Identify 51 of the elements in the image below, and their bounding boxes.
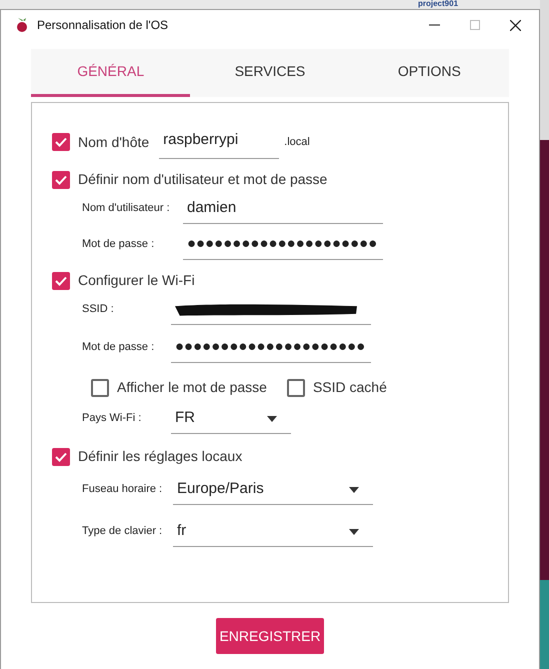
field-label: Pays Wi-Fi : bbox=[82, 410, 142, 426]
dropdown[interactable]: FR bbox=[171, 404, 291, 434]
checkbox-label: Nom d'hôte bbox=[78, 132, 150, 152]
tab[interactable]: SERVICES bbox=[190, 49, 350, 97]
hostname-suffix: .local bbox=[284, 134, 310, 150]
maximize-icon bbox=[470, 20, 480, 30]
checkmark-icon bbox=[55, 174, 67, 184]
checkbox[interactable] bbox=[286, 378, 305, 396]
checkbox[interactable] bbox=[52, 133, 70, 151]
field-label: Mot de passe : bbox=[82, 340, 156, 354]
window-title: Personnalisation de l'OS bbox=[37, 17, 168, 34]
checkmark-icon bbox=[55, 452, 67, 462]
tab[interactable]: GÉNÉRAL bbox=[31, 49, 190, 97]
field-value: ●●●●●●●●●●●●●●●●●●●●● bbox=[187, 234, 378, 254]
save-button[interactable]: ENREGISTRER bbox=[216, 618, 324, 654]
checkbox[interactable] bbox=[52, 272, 70, 290]
dropdown[interactable]: fr bbox=[173, 517, 373, 547]
dropdown[interactable]: Europe/Paris bbox=[173, 475, 373, 505]
checkmark-icon bbox=[55, 276, 67, 286]
background-text: project901 bbox=[418, 0, 458, 8]
field-label: Mot de passe : bbox=[82, 236, 156, 252]
field-value: raspberrypi bbox=[163, 131, 238, 148]
input-field[interactable]: raspberrypi bbox=[159, 125, 280, 159]
tab[interactable]: OPTIONS bbox=[350, 49, 509, 97]
checkbox-label: Définir nom d'utilisateur et mot de passe bbox=[78, 170, 328, 189]
checkbox[interactable] bbox=[52, 170, 70, 188]
checkbox[interactable] bbox=[91, 378, 109, 396]
field-label: Type de clavier : bbox=[82, 524, 164, 538]
checkbox-label: Afficher le mot de passe bbox=[117, 378, 267, 397]
field-label: Fuseau horaire : bbox=[82, 482, 164, 496]
dropdown-arrow-icon bbox=[267, 416, 277, 422]
dropdown-arrow-icon bbox=[349, 486, 359, 492]
field-label: SSID : bbox=[82, 302, 115, 316]
field-label: Nom d'utilisateur : bbox=[82, 200, 171, 216]
input-field[interactable]: ●●●●●●●●●●●●●●●●●●●●● bbox=[183, 230, 383, 260]
close-icon[interactable] bbox=[510, 20, 521, 30]
field-value: damien bbox=[187, 198, 236, 218]
raspberry-icon bbox=[15, 17, 29, 33]
input-field[interactable]: damien bbox=[183, 194, 383, 224]
checkbox-label: Définir les réglages locaux bbox=[78, 447, 242, 466]
checkmark-icon bbox=[55, 137, 67, 147]
checkbox[interactable] bbox=[52, 448, 70, 466]
minimize-icon[interactable] bbox=[429, 24, 440, 26]
checkbox-label: Configurer le Wi-Fi bbox=[78, 271, 195, 290]
field-value: FR bbox=[175, 408, 195, 428]
input-field[interactable]: ●●●●●●●●●●●●●●●●●●●●● bbox=[171, 333, 371, 363]
dropdown-arrow-icon bbox=[349, 528, 359, 534]
field-value: ●●●●●●●●●●●●●●●●●●●●● bbox=[175, 337, 366, 358]
checkbox-label: SSID caché bbox=[312, 378, 387, 397]
field-value: fr bbox=[177, 521, 186, 542]
field-value: Europe/Paris bbox=[177, 479, 264, 500]
